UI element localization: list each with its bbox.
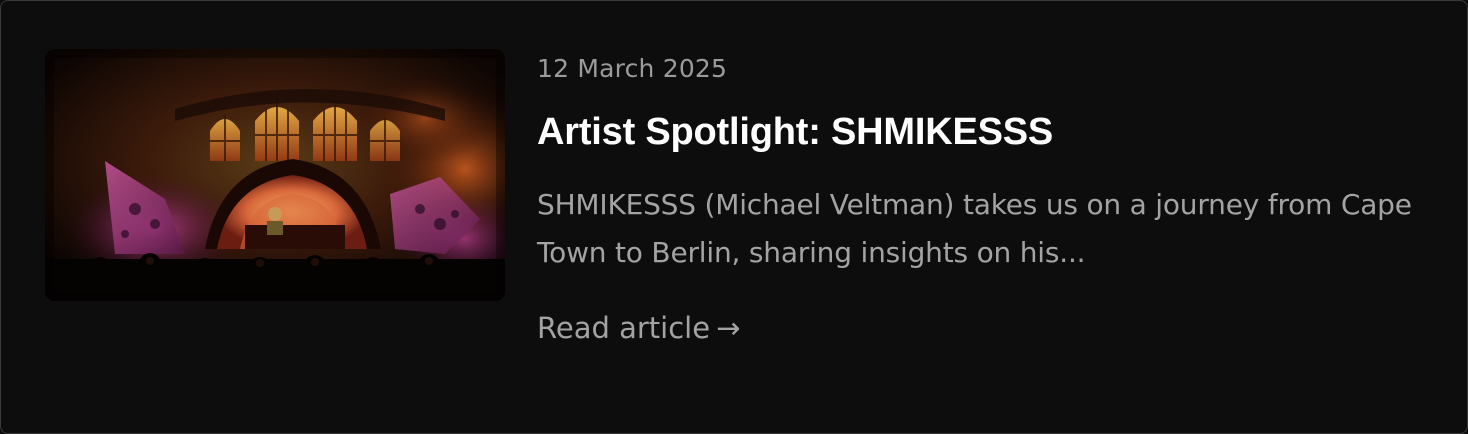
article-title[interactable]: Artist Spotlight: SHMIKESSS	[537, 111, 1053, 154]
article-excerpt: SHMIKESSS (Michael Veltman) takes us on …	[537, 188, 1412, 269]
read-article-label: Read article	[537, 311, 711, 345]
article-date: 12 March 2025	[537, 54, 728, 83]
article-card[interactable]: 12 March 2025 Artist Spotlight: SHMIKESS…	[0, 0, 1468, 434]
article-thumbnail[interactable]	[45, 49, 505, 301]
read-article-link[interactable]: Read article →	[537, 311, 740, 345]
arrow-right-icon: →	[716, 311, 741, 345]
festival-stage-photo	[45, 49, 505, 301]
